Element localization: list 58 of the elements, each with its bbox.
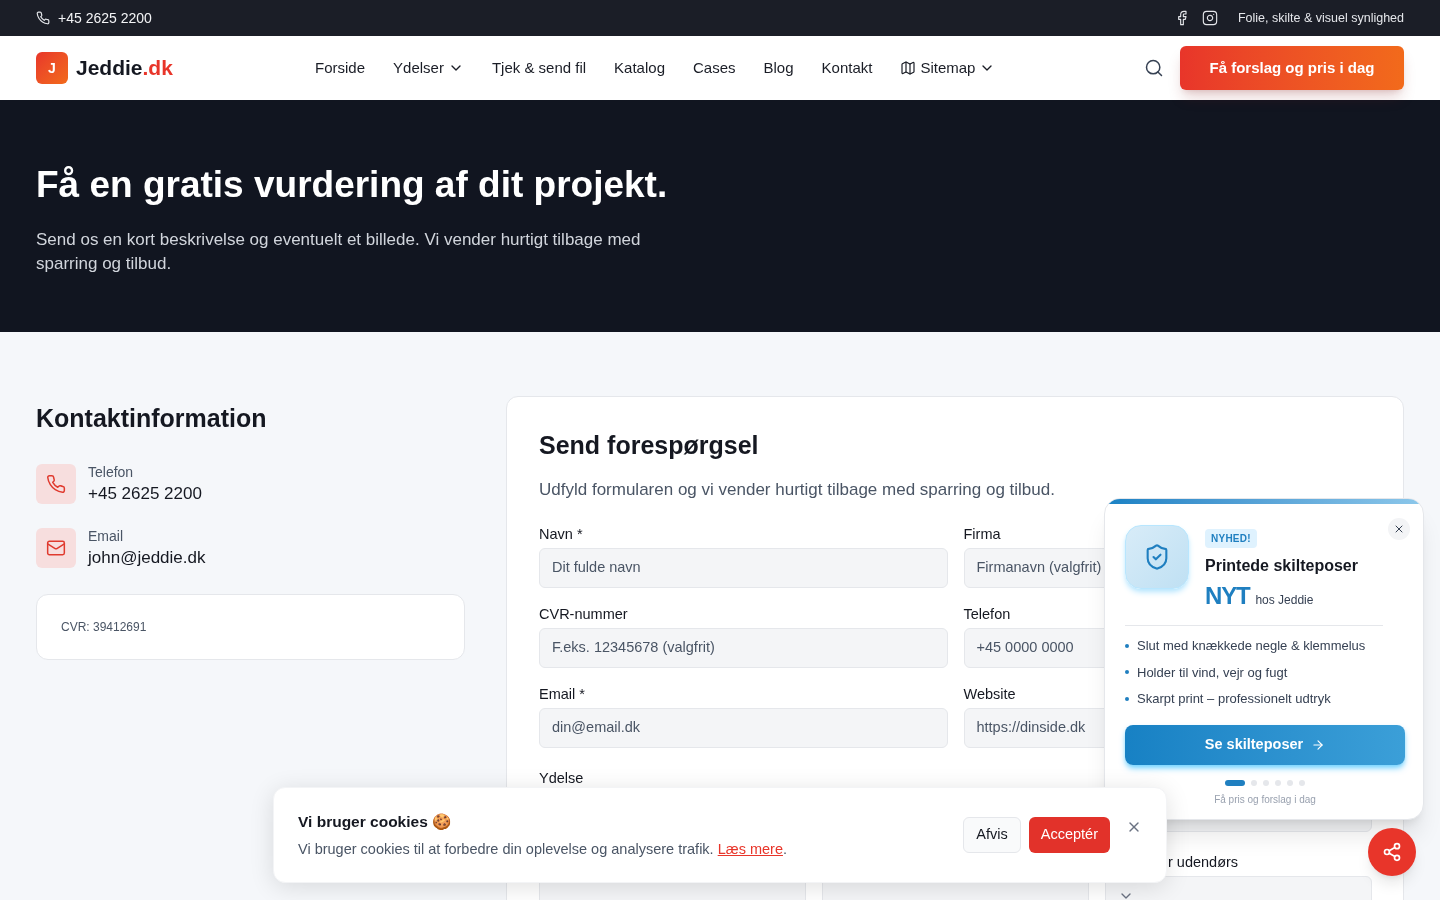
nav-link[interactable]: Tjek & send fil (491, 56, 587, 80)
nav-link[interactable]: Forside (315, 56, 366, 80)
feature-text: Skarpt print – professionelt udtryk (1137, 690, 1331, 708)
arrow-right-icon (1311, 737, 1326, 752)
read-more-link[interactable]: Læs mere (717, 840, 783, 857)
logo-text[interactable]: Jeddie.dk (76, 52, 173, 84)
nav-link[interactable]: Blog (763, 56, 794, 80)
cookie-title: Vi bruger cookies 🍪 (298, 811, 453, 832)
nav-link[interactable]: Sitemap (900, 56, 996, 80)
contact-value[interactable]: john@jeddie.dk (88, 545, 206, 570)
form-title: Send forespørgsel (539, 430, 760, 461)
section-title: Kontaktinformation (36, 403, 268, 434)
promo-footer: Få pris og forslag i dag (1214, 791, 1316, 807)
phone-icon (36, 11, 50, 25)
cookie-text: Vi bruger cookies til at forbedre din oplevelse og analysere trafik. Læs mere. (298, 839, 788, 859)
contact-label: Telefon (88, 462, 135, 482)
promo-button[interactable]: Se skilteposer (1125, 724, 1405, 765)
field-label: Navn * (539, 525, 583, 544)
contact-label: Email (88, 526, 124, 546)
input-field[interactable]: Dit fulde navn (539, 548, 948, 588)
feature-text: Slut med knækkede negle & klemmelus (1137, 637, 1366, 655)
phone-icon (46, 473, 66, 494)
tagline: Folie, skilte & visuel synlighed (1237, 9, 1404, 27)
field-label: Firma (963, 525, 1001, 544)
nav-link[interactable]: Kontakt (821, 56, 873, 80)
field-label: CVR-nummer (539, 605, 628, 624)
reject-button[interactable]: Afvis (963, 817, 1021, 853)
close-icon (1393, 523, 1405, 535)
accept-button[interactable]: Acceptér (1028, 817, 1110, 853)
new-badge: NYHED! (1205, 529, 1257, 548)
field-label: r udendørs (1168, 853, 1239, 872)
share-button[interactable] (1368, 828, 1416, 876)
map-icon (900, 60, 917, 76)
hero-title: Få en gratis vurdering af dit projekt. (36, 163, 669, 207)
form-subtitle: Udfyld formularen og vi vender hurtigt tilbage med sparring og tilbud. (539, 478, 1056, 501)
logo-mark: J (36, 52, 68, 84)
close-button[interactable] (1388, 518, 1410, 540)
phone-number[interactable]: +45 2625 2200 (58, 7, 152, 29)
feature-text: Holder til vind, vejr og fugt (1137, 663, 1288, 682)
instagram-icon (1201, 10, 1218, 26)
hero-text: Send os en kort beskrivelse og eventuelt et billede. Vi vender hurtigt tilbage med sparring og tilbud. (36, 229, 642, 276)
nav-link[interactable]: Cases (693, 56, 736, 80)
cvr-number: CVR: 39412691 (61, 618, 147, 636)
field-label: Telefon (963, 605, 1011, 624)
search-icon (1144, 58, 1164, 78)
field-label: Website (963, 685, 1016, 704)
contact-value[interactable]: +45 2625 2200 (88, 481, 202, 506)
cta-button[interactable]: Få forslag og pris i dag (1180, 46, 1404, 90)
promo-title: Printede skilteposer (1205, 556, 1358, 576)
promo-highlight: NYT (1205, 582, 1250, 610)
nav-link[interactable]: Ydelser (393, 56, 464, 80)
field-label: Email * (539, 685, 585, 704)
input-field[interactable]: F.eks. 12345678 (valgfrit) (539, 628, 948, 668)
share-icon (1382, 842, 1402, 862)
nav-link[interactable]: Katalog (614, 56, 665, 80)
field-label: Ydelse (539, 769, 584, 788)
promo-subtitle: hos Jeddie (1255, 592, 1314, 609)
input-field[interactable]: din@email.dk (539, 708, 948, 748)
